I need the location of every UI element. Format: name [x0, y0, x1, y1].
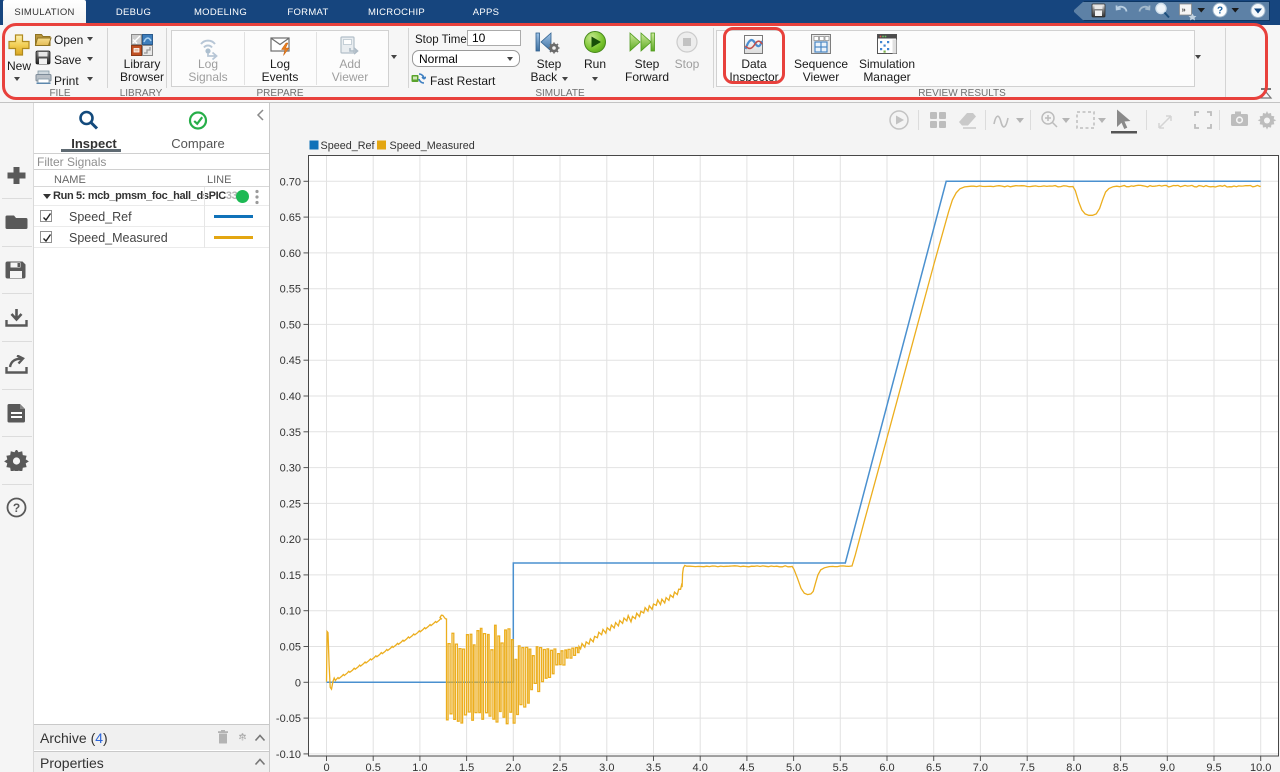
- svg-text:0.35: 0.35: [280, 427, 301, 439]
- svg-text:0.50: 0.50: [280, 319, 301, 331]
- svg-text:1.0: 1.0: [412, 762, 427, 772]
- svg-text:7.0: 7.0: [973, 762, 988, 772]
- svg-text:8.0: 8.0: [1066, 762, 1081, 772]
- svg-text:0.15: 0.15: [280, 570, 301, 582]
- svg-text:8.5: 8.5: [1113, 762, 1128, 772]
- svg-text:0.70: 0.70: [280, 176, 301, 188]
- svg-text:0.10: 0.10: [280, 606, 301, 618]
- svg-text:0.30: 0.30: [280, 463, 301, 475]
- svg-text:4.0: 4.0: [693, 762, 708, 772]
- svg-text:0.45: 0.45: [280, 355, 301, 367]
- svg-text:0: 0: [295, 677, 301, 689]
- svg-text:7.5: 7.5: [1020, 762, 1035, 772]
- svg-text:-0.05: -0.05: [276, 713, 301, 725]
- svg-text:2.5: 2.5: [552, 762, 567, 772]
- svg-text:9.0: 9.0: [1160, 762, 1175, 772]
- svg-text:0.20: 0.20: [280, 534, 301, 546]
- svg-text:-0.10: -0.10: [276, 749, 301, 761]
- svg-text:10.0: 10.0: [1250, 762, 1271, 772]
- svg-text:?: ?: [1217, 6, 1223, 17]
- svg-text:0.60: 0.60: [280, 248, 301, 260]
- svg-text:5.0: 5.0: [786, 762, 801, 772]
- svg-text:6.5: 6.5: [926, 762, 941, 772]
- svg-text:6.0: 6.0: [879, 762, 894, 772]
- svg-text:0.40: 0.40: [280, 391, 301, 403]
- svg-text:?: ?: [13, 501, 20, 515]
- svg-text:0: 0: [323, 762, 329, 772]
- svg-text:Speed_Ref: Speed_Ref: [321, 140, 376, 152]
- svg-text:»: »: [1182, 5, 1186, 14]
- svg-text:0.05: 0.05: [280, 642, 301, 654]
- svg-text:2.0: 2.0: [506, 762, 521, 772]
- svg-text:Speed_Measured: Speed_Measured: [390, 140, 475, 152]
- svg-text:0.25: 0.25: [280, 498, 301, 510]
- svg-text:3.5: 3.5: [646, 762, 661, 772]
- svg-text:1.5: 1.5: [459, 762, 474, 772]
- svg-text:0.65: 0.65: [280, 212, 301, 224]
- svg-text:0.5: 0.5: [366, 762, 381, 772]
- svg-text:0.55: 0.55: [280, 284, 301, 296]
- svg-text:3.0: 3.0: [599, 762, 614, 772]
- svg-text:9.5: 9.5: [1206, 762, 1221, 772]
- svg-text:4.5: 4.5: [739, 762, 754, 772]
- svg-text:5.5: 5.5: [833, 762, 848, 772]
